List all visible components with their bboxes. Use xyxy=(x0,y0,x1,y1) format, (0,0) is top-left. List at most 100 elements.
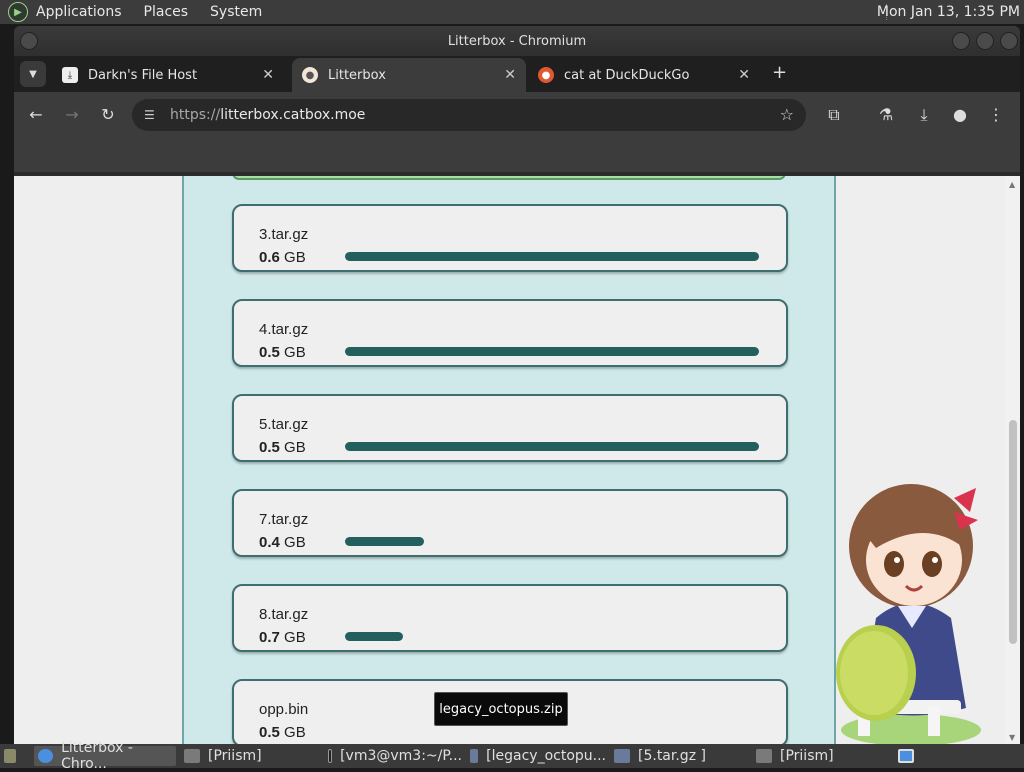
file-upload-card[interactable]: 5.tar.gz 0.5 GB xyxy=(232,394,788,462)
scroll-up-arrow-icon[interactable]: ▲ xyxy=(1009,180,1015,189)
taskbar-label: [Priism] xyxy=(780,748,834,764)
file-name: opp.bin xyxy=(259,701,309,718)
upload-progress-fill xyxy=(345,442,759,451)
desktop-icon xyxy=(4,749,16,763)
file-name: 8.tar.gz xyxy=(259,606,309,623)
upload-list-column: 3.tar.gz 0.6 GB 4.tar.gz 0.5 GB 5.tar.gz 0.5 … xyxy=(182,176,836,744)
duckduckgo-icon: ● xyxy=(538,67,554,83)
taskbar-label: [legacy_octopu... xyxy=(486,748,606,764)
close-tab-icon[interactable]: ✕ xyxy=(262,67,274,83)
new-tab-plus-icon[interactable]: + xyxy=(772,62,787,83)
site-info-icon[interactable]: ☰ xyxy=(144,108,162,122)
system-menu[interactable]: System xyxy=(210,4,262,20)
file-size: 0.5 GB xyxy=(259,344,306,361)
file-upload-card[interactable]: 7.tar.gz 0.4 GB xyxy=(232,489,788,557)
reload-icon[interactable]: ↻ xyxy=(98,105,118,125)
file-size-value: 0.5 xyxy=(259,344,280,361)
taskbar-item-chromium[interactable]: Litterbox - Chro... xyxy=(34,740,176,772)
upload-progress-bar xyxy=(345,537,759,546)
bottom-taskbar: Litterbox - Chro... [Priism] [vm3@vm3:~/… xyxy=(0,740,1024,772)
upload-progress-fill xyxy=(345,347,759,356)
cat-icon: ● xyxy=(302,67,318,83)
upload-progress-bar xyxy=(345,252,759,261)
upload-progress-bar xyxy=(345,442,759,451)
file-size: 0.5 GB xyxy=(259,439,306,456)
taskbar-label: Litterbox - Chro... xyxy=(61,740,133,772)
applications-menu[interactable]: Applications xyxy=(36,4,122,20)
file-upload-card[interactable]: 3.tar.gz 0.6 GB xyxy=(232,204,788,272)
downloads-icon[interactable]: ⤓ xyxy=(914,105,934,125)
tab-label: Darkn's File Host xyxy=(88,67,198,83)
url-host: litterbox.catbox.moe xyxy=(220,107,366,123)
file-size: 0.6 GB xyxy=(259,249,306,266)
scrollbar-thumb[interactable] xyxy=(1009,420,1017,644)
file-size-value: 0.7 xyxy=(259,629,280,646)
taskbar-item-priism[interactable]: [Priism] xyxy=(180,746,320,766)
minimize-button[interactable] xyxy=(952,32,970,50)
back-arrow-icon[interactable]: ← xyxy=(26,105,46,125)
file-size-unit: GB xyxy=(284,534,306,551)
file-upload-card[interactable]: 8.tar.gz 0.7 GB xyxy=(232,584,788,652)
taskbar-item-terminal[interactable]: [vm3@vm3:~/P... xyxy=(324,746,462,766)
taskbar-item-5-tar-gz[interactable]: [5.tar.gz ] xyxy=(610,746,748,766)
bookmark-star-icon[interactable]: ☆ xyxy=(780,105,794,124)
labs-flask-icon[interactable]: ⚗ xyxy=(876,105,896,125)
upload-progress-fill xyxy=(345,537,424,546)
chevron-down-icon: ▼ xyxy=(29,68,37,80)
terminal-icon xyxy=(328,749,333,763)
tab-label: cat at DuckDuckGo xyxy=(564,67,690,83)
anime-mascot-image xyxy=(836,484,981,744)
taskbar-workspace-switcher[interactable] xyxy=(894,746,924,766)
chromium-icon xyxy=(38,749,54,763)
window-menu-icon[interactable] xyxy=(20,32,38,50)
distro-logo-icon[interactable]: ▶ xyxy=(8,2,28,22)
tab-litterbox[interactable]: ● Litterbox ✕ xyxy=(292,58,526,92)
maximize-button[interactable] xyxy=(976,32,994,50)
upload-progress-bar xyxy=(345,347,759,356)
workspace-icon xyxy=(898,749,914,763)
taskbar-label: [Priism] xyxy=(208,748,262,764)
system-top-panel: ▶ Applications Places System Mon Jan 13,… xyxy=(0,0,1024,24)
tab-label: Litterbox xyxy=(328,67,386,83)
kebab-menu-icon[interactable]: ⋮ xyxy=(986,105,1006,125)
close-window-button[interactable] xyxy=(1000,32,1018,50)
profile-avatar-icon[interactable]: ● xyxy=(950,105,970,125)
file-size: 0.5 GB xyxy=(259,724,306,741)
page-scrollbar[interactable]: ▲ ▼ xyxy=(1006,176,1020,744)
file-upload-card[interactable]: 4.tar.gz 0.5 GB xyxy=(232,299,788,367)
window-titlebar[interactable]: Litterbox - Chromium xyxy=(14,26,1020,56)
close-tab-icon[interactable]: ✕ xyxy=(738,67,750,83)
page-viewport: 3.tar.gz 0.6 GB 4.tar.gz 0.5 GB 5.tar.gz 0.5 … xyxy=(14,176,1020,744)
close-tab-icon[interactable]: ✕ xyxy=(504,67,516,83)
taskbar-item-legacy-octopus[interactable]: [legacy_octopu... xyxy=(466,746,606,766)
download-icon: ⤓ xyxy=(62,67,78,83)
clock[interactable]: Mon Jan 13, 1:35 PM xyxy=(877,0,1020,24)
forward-arrow-icon[interactable]: → xyxy=(62,105,82,125)
tab-search-button[interactable]: ▼ xyxy=(20,61,46,87)
file-size: 0.4 GB xyxy=(259,534,306,551)
file-size-unit: GB xyxy=(284,629,306,646)
window-title: Litterbox - Chromium xyxy=(447,33,587,49)
file-size: 0.7 GB xyxy=(259,629,306,646)
scroll-down-arrow-icon[interactable]: ▼ xyxy=(1009,733,1015,742)
tab-darkns-file-host[interactable]: ⤓ Darkn's File Host ✕ xyxy=(52,58,284,92)
file-size-unit: GB xyxy=(284,344,306,361)
url-text[interactable]: https://litterbox.catbox.moe xyxy=(170,107,365,123)
tab-duckduckgo[interactable]: ● cat at DuckDuckGo ✕ xyxy=(528,58,760,92)
upload-progress-fill xyxy=(345,632,403,641)
bookmarks-bar xyxy=(14,138,1020,172)
file-size-unit: GB xyxy=(284,249,306,266)
file-name: 3.tar.gz xyxy=(259,226,309,243)
upload-progress-bar xyxy=(345,727,759,736)
taskbar-item-priism-2[interactable]: [Priism] xyxy=(752,746,890,766)
show-desktop-button[interactable] xyxy=(0,746,24,766)
places-menu[interactable]: Places xyxy=(144,4,189,20)
address-bar[interactable]: ☰ https://litterbox.catbox.moe ☆ xyxy=(132,99,806,131)
browser-window: Litterbox - Chromium ▼ ⤓ Darkn's File Ho… xyxy=(14,26,1020,744)
drive-icon xyxy=(614,749,630,763)
upload-progress-bar xyxy=(345,632,759,641)
browser-toolbar: ← → ↻ ☰ https://litterbox.catbox.moe ☆ ⧉… xyxy=(14,92,1020,138)
extensions-puzzle-icon[interactable]: ⧉ xyxy=(824,105,844,125)
file-size-unit: GB xyxy=(284,439,306,456)
file-name: 5.tar.gz xyxy=(259,416,309,433)
